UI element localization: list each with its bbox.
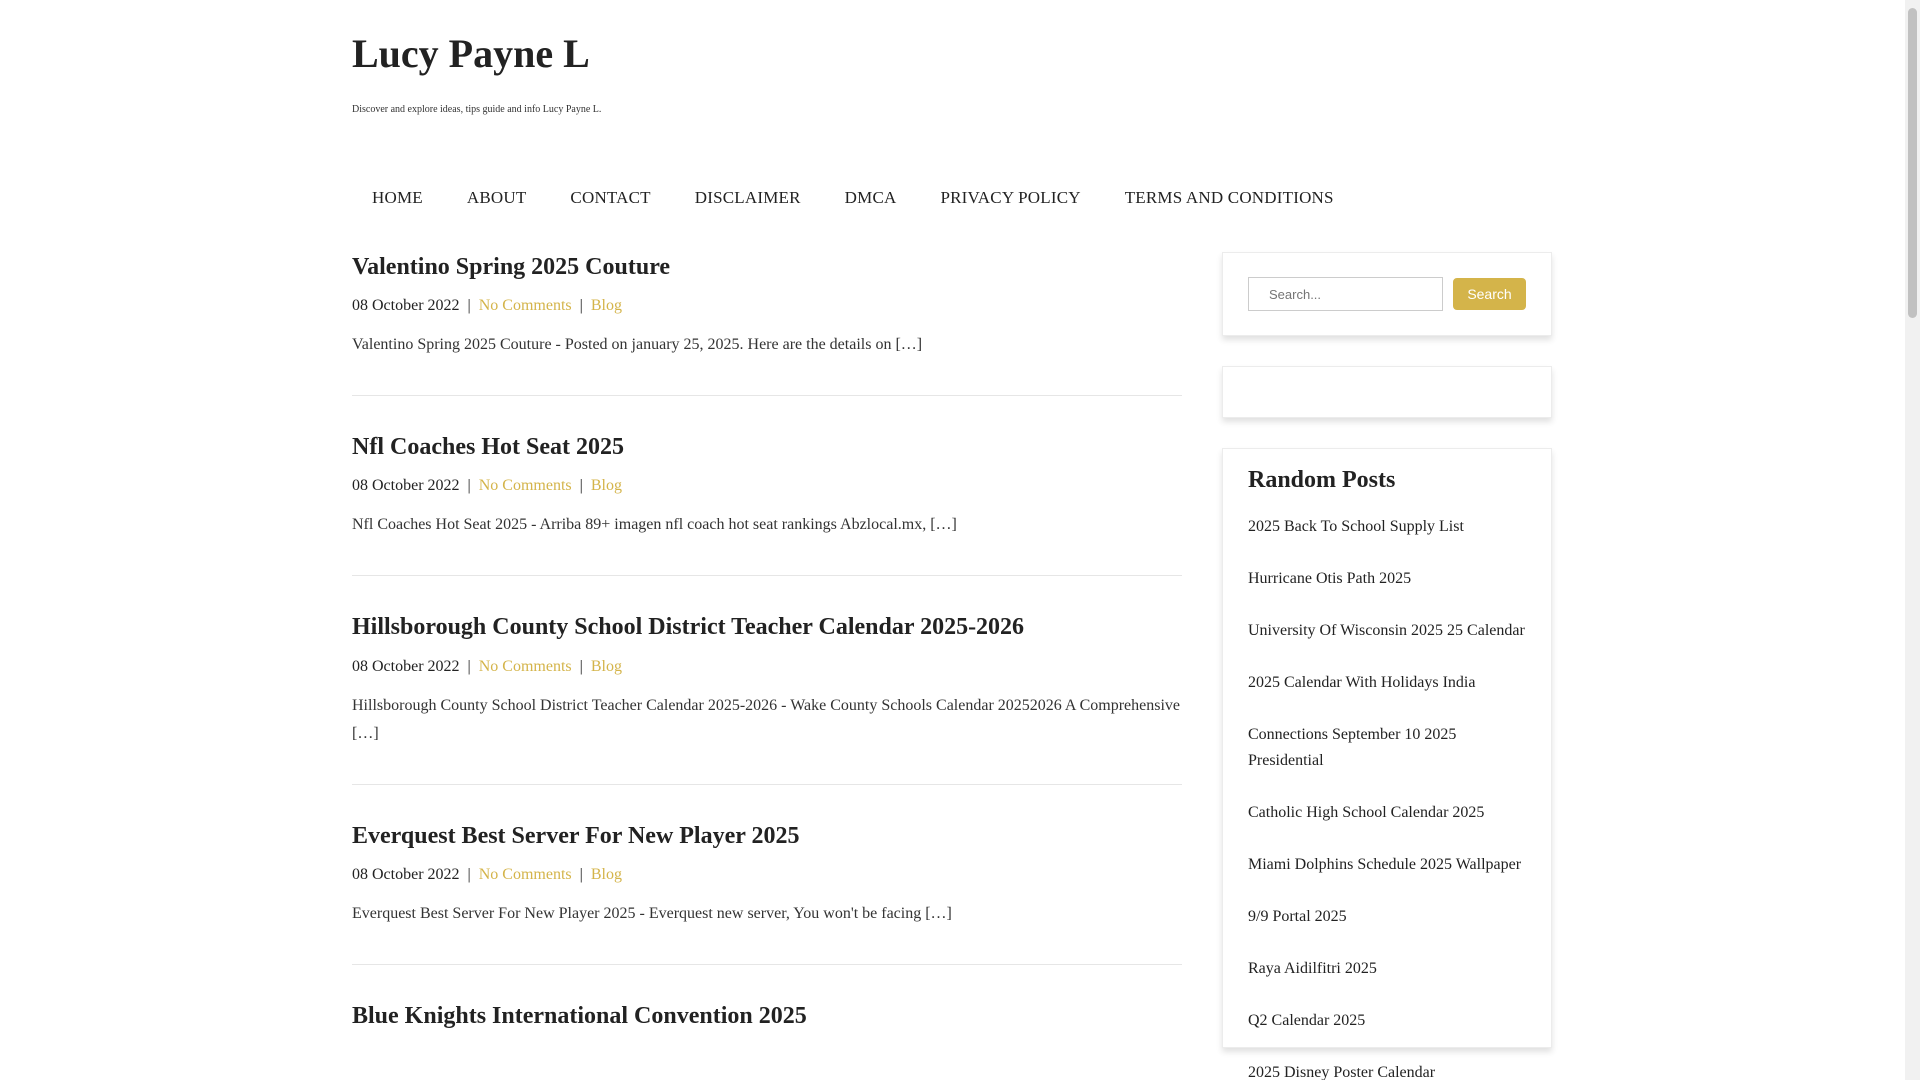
page-scrollbar[interactable] xyxy=(1905,0,1920,1080)
random-post-link[interactable]: Connections September 10 2025 Presidenti… xyxy=(1248,722,1526,800)
random-posts-list: 2025 Back To School Supply List Hurrican… xyxy=(1248,514,1526,1080)
nav-item-disclaimer[interactable]: DISCLAIMER xyxy=(673,180,823,216)
nav-item-privacy-policy[interactable]: PRIVACY POLICY xyxy=(918,180,1102,216)
random-post-link[interactable]: Q2 Calendar 2025 xyxy=(1248,1008,1526,1060)
random-post-link[interactable]: University Of Wisconsin 2025 25 Calendar xyxy=(1248,618,1526,670)
nav-item-dmca[interactable]: DMCA xyxy=(823,180,919,216)
meta-separator: | xyxy=(467,297,471,315)
post-meta: 08 October 2022 | No Comments | Blog xyxy=(352,477,1182,495)
meta-separator: | xyxy=(579,865,583,883)
post-comments-link[interactable]: No Comments xyxy=(479,477,572,494)
post-comments-link[interactable]: No Comments xyxy=(479,297,572,314)
empty-widget xyxy=(1222,366,1552,418)
nav-item-terms[interactable]: TERMS AND CONDITIONS xyxy=(1103,180,1356,216)
post-title[interactable]: Blue Knights International Convention 20… xyxy=(352,1001,1182,1032)
post: Everquest Best Server For New Player 202… xyxy=(352,821,1182,965)
meta-separator: | xyxy=(579,477,583,495)
main-nav: HOME ABOUT CONTACT DISCLAIMER DMCA PRIVA… xyxy=(352,180,1356,216)
post-comments-link[interactable]: No Comments xyxy=(479,658,572,675)
nav-item-home[interactable]: HOME xyxy=(352,180,445,216)
random-post-link[interactable]: Catholic High School Calendar 2025 xyxy=(1248,800,1526,852)
post-date: 08 October 2022 xyxy=(352,657,460,675)
post-title[interactable]: Nfl Coaches Hot Seat 2025 xyxy=(352,432,1182,463)
random-post-link[interactable]: 9/9 Portal 2025 xyxy=(1248,904,1526,956)
random-post-link[interactable]: 2025 Calendar With Holidays India xyxy=(1248,670,1526,722)
site-title[interactable]: Lucy Payne L xyxy=(352,30,590,77)
site-description: Discover and explore ideas, tips guide a… xyxy=(352,104,602,115)
search-widget: Search xyxy=(1222,252,1552,336)
post-meta: 08 October 2022 | No Comments | Blog xyxy=(352,866,1182,884)
post: Hillsborough County School District Teac… xyxy=(352,612,1182,785)
post-category-link[interactable]: Blog xyxy=(591,477,622,494)
meta-separator: | xyxy=(467,477,471,495)
post-comments-link[interactable]: No Comments xyxy=(479,866,572,883)
post-title[interactable]: Hillsborough County School District Teac… xyxy=(352,612,1182,643)
random-posts-title: Random Posts xyxy=(1248,467,1396,493)
scrollbar-thumb[interactable] xyxy=(1908,8,1917,318)
post-excerpt: Valentino Spring 2025 Couture - Posted o… xyxy=(352,336,923,354)
post-excerpt: Nfl Coaches Hot Seat 2025 - Arriba 89+ i… xyxy=(352,516,957,534)
random-posts-widget: Random Posts 2025 Back To School Supply … xyxy=(1222,448,1552,1080)
post-date: 08 October 2022 xyxy=(352,477,460,495)
post: Valentino Spring 2025 Couture 08 October… xyxy=(352,252,1182,397)
post-date: 08 October 2022 xyxy=(352,865,460,883)
meta-separator: | xyxy=(467,865,471,883)
random-post-link[interactable]: 2025 Back To School Supply List xyxy=(1248,514,1526,566)
random-post-link[interactable]: 2025 Disney Poster Calendar xyxy=(1248,1060,1526,1080)
post: Nfl Coaches Hot Seat 2025 08 October 202… xyxy=(352,432,1182,577)
random-post-link[interactable]: Hurricane Otis Path 2025 xyxy=(1248,566,1526,618)
post: Blue Knights International Convention 20… xyxy=(352,1001,1182,1068)
post-meta: 08 October 2022 | No Comments | Blog xyxy=(352,658,1182,676)
random-post-link[interactable]: Raya Aidilfitri 2025 xyxy=(1248,956,1526,1008)
post-category-link[interactable]: Blog xyxy=(591,866,622,883)
sidebar: Search Random Posts 2025 Back To School … xyxy=(1222,252,1552,1080)
post-excerpt: Hillsborough County School District Teac… xyxy=(352,696,1180,742)
meta-separator: | xyxy=(467,657,471,675)
meta-separator: | xyxy=(579,297,583,315)
post-title[interactable]: Everquest Best Server For New Player 202… xyxy=(352,821,1182,852)
meta-separator: | xyxy=(579,657,583,675)
posts-list: Valentino Spring 2025 Couture 08 October… xyxy=(352,252,1182,1080)
post-excerpt: Everquest Best Server For New Player 202… xyxy=(352,904,952,922)
page: Lucy Payne L Discover and explore ideas,… xyxy=(0,0,1920,1080)
nav-item-about[interactable]: ABOUT xyxy=(445,180,549,216)
post-title[interactable]: Valentino Spring 2025 Couture xyxy=(352,252,1182,283)
random-post-link[interactable]: Miami Dolphins Schedule 2025 Wallpaper xyxy=(1248,852,1526,904)
post-category-link[interactable]: Blog xyxy=(591,297,622,314)
post-date: 08 October 2022 xyxy=(352,297,460,315)
post-meta: 08 October 2022 | No Comments | Blog xyxy=(352,297,1182,315)
search-input[interactable] xyxy=(1248,277,1443,311)
nav-item-contact[interactable]: CONTACT xyxy=(548,180,672,216)
search-button[interactable]: Search xyxy=(1453,278,1526,310)
post-category-link[interactable]: Blog xyxy=(591,658,622,675)
